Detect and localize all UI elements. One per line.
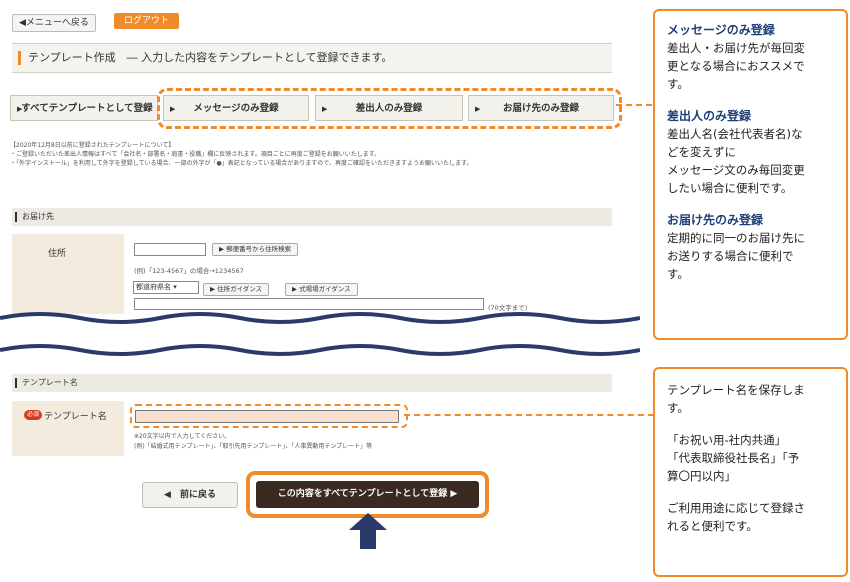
destination-section-header: お届け先 <box>12 208 612 226</box>
zip-input[interactable] <box>134 243 206 256</box>
template-name-hint: ※20文字以内で入力してください。 <box>134 433 231 440</box>
notice-line: ・「外字インストール」を利用して外字を登録している場合、一部の外字が「●」表記と… <box>10 160 473 167</box>
section-header-text: お届け先 <box>22 212 54 221</box>
template-name-section-header: テンプレート名 <box>12 374 612 392</box>
venue-guide-button[interactable]: ▶ 式場場ガイダンス <box>285 283 358 296</box>
zip-example: (例)「123-4567」の場合→1234567 <box>134 267 244 275</box>
wave-divider <box>0 312 640 326</box>
tab-label: すべてテンプレートとして登録 <box>21 103 153 114</box>
callout-line: 差出人名(会社代表者名)な <box>667 127 803 141</box>
callout-text: テンプレート名を保存しま す。「お祝い用-社内共通」 「代表取締役社長名」「予 算〇円… <box>667 381 834 535</box>
callout-gap <box>667 93 834 107</box>
connector-line <box>404 414 654 416</box>
up-arrow-icon <box>349 513 387 549</box>
template-name-label: テンプレート名 <box>44 412 107 422</box>
callout-line: したい場合に便利です。 <box>667 181 793 195</box>
tabs-highlight <box>157 88 622 129</box>
tab-register-all[interactable]: ▶ すべてテンプレートとして登録 <box>10 95 158 121</box>
logout-button[interactable]: ログアウト <box>114 13 180 29</box>
address-label: 住所 <box>48 249 67 259</box>
callout-line: す。 <box>667 401 689 415</box>
register-all-button[interactable]: この内容をすべてテンプレートとして登録 ▶ <box>256 481 479 508</box>
callout-line: 算〇円以内」 <box>667 469 736 483</box>
wave-divider <box>0 344 640 356</box>
required-badge: 必須 <box>24 410 43 420</box>
callout-line: 更となる場合におススメで <box>667 59 805 73</box>
back-to-menu-button[interactable]: ◀メニューへ戻る <box>12 14 96 32</box>
template-name-highlight <box>130 404 408 428</box>
zip-search-button[interactable]: ▶ 郵便番号から住所検索 <box>212 243 299 256</box>
callout-gap <box>667 197 834 211</box>
callout-gap <box>667 485 834 499</box>
callout-line: 定期的に同一のお届け先に <box>667 231 805 245</box>
prefecture-select-value: 都道府県名 <box>136 283 171 291</box>
callout-text: メッセージのみ登録 差出人・お届け先が毎回変 更となる場合におススメで す。 差出人のみ… <box>667 21 834 283</box>
callout-line: れると便利です。 <box>667 519 758 533</box>
notice-text: 【2020年12月8日以前に登録されたテンプレートについて】 ・ご登録いただいた… <box>10 141 620 168</box>
callout-line: す。 <box>667 77 689 91</box>
callout-line: ご利用用途に応じて登録さ <box>667 501 805 515</box>
callout-line: 「お祝い用-社内共通」 <box>667 433 787 447</box>
template-name-example: (例)「結婚式用テンプレート」、「取引先用テンプレート」、「人事異動用テンプレー… <box>134 443 373 450</box>
callout-template-name: テンプレート名を保存しま す。「お祝い用-社内共通」 「代表取締役社長名」「予 算〇円… <box>653 367 848 577</box>
notice-line: 【2020年12月8日以前に登録されたテンプレートについて】 <box>10 142 175 149</box>
callout-line: 「代表取締役社長名」「予 <box>667 451 800 465</box>
page-title: テンプレート作成 ― 入力した内容をテンプレートとして登録できます。 <box>12 43 612 73</box>
callout-gap <box>667 417 834 431</box>
back-button[interactable]: ◀ 前に戻る <box>142 482 238 508</box>
callout-line: メッセージ文のみ毎回変更 <box>667 163 805 177</box>
page-title-text: テンプレート作成 ― 入力した内容をテンプレートとして登録できます。 <box>28 51 393 64</box>
callout-line: お送りする場合に便利で <box>667 249 794 263</box>
prefecture-select[interactable]: 都道府県名 ▾ <box>133 281 199 294</box>
callout-heading: お届け先のみ登録 <box>667 213 764 227</box>
section-header-text: テンプレート名 <box>22 378 78 387</box>
connector-line <box>616 104 652 106</box>
address-guide-button[interactable]: ▶ 住所ガイダンス <box>203 283 270 296</box>
address-label-cell <box>12 234 124 314</box>
callout-heading: 差出人のみ登録 <box>667 109 752 123</box>
notice-line: ・ご登録いただいた差出人情報はすべて「会社名・部署名・肩書・役職」欄に反映されま… <box>10 151 381 158</box>
callout-line: 差出人・お届け先が毎回変 <box>667 41 805 55</box>
callout-line: どを変えずに <box>667 145 736 159</box>
callout-line: テンプレート名を保存しま <box>667 383 805 397</box>
callout-tab-explanation: メッセージのみ登録 差出人・お届け先が毎回変 更となる場合におススメで す。 差出人のみ… <box>653 9 848 340</box>
callout-line: す。 <box>667 267 689 281</box>
callout-heading: メッセージのみ登録 <box>667 23 775 37</box>
